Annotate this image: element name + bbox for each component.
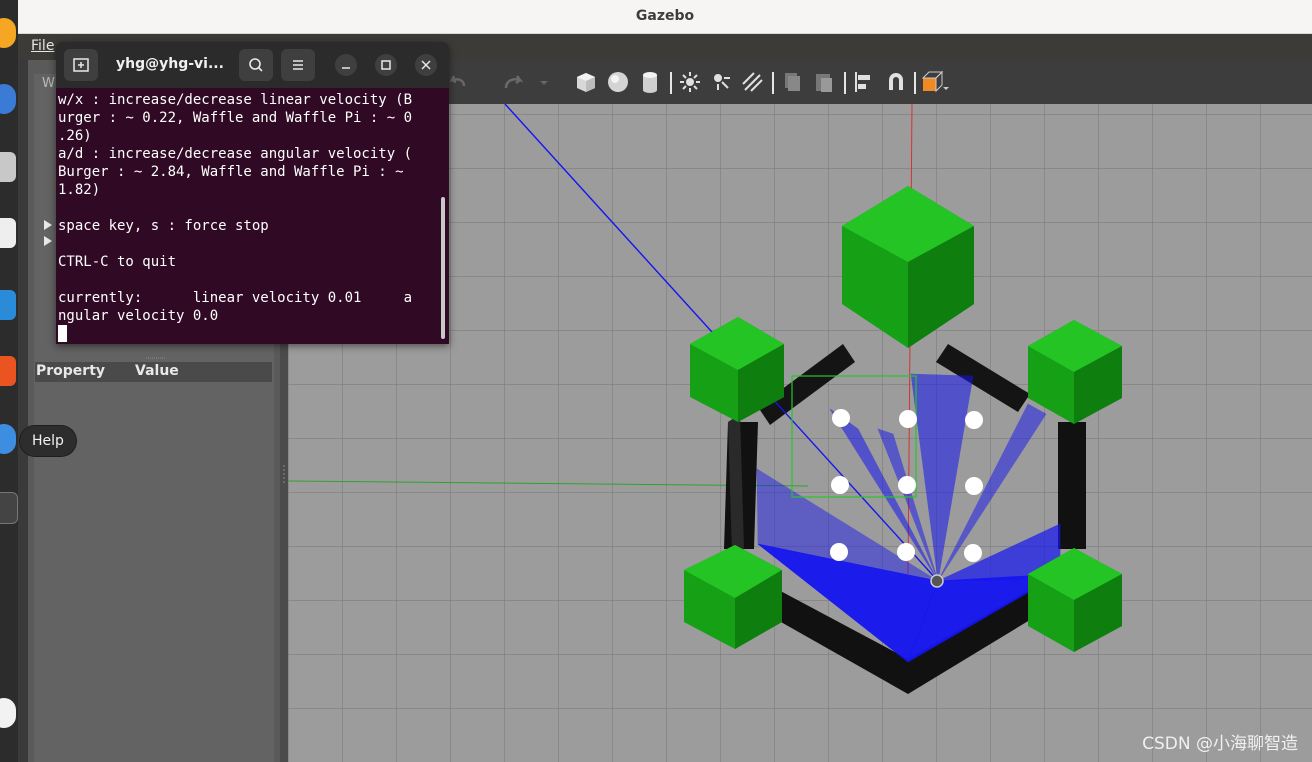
terminal-new-tab-icon — [73, 58, 89, 72]
terminal-line: Burger : ~ 2.84, Waffle and Waffle Pi : … — [58, 164, 404, 180]
cylinder-obstacle — [831, 476, 849, 494]
cylinder-obstacle — [897, 543, 915, 561]
apps-grid-icon[interactable] — [0, 698, 16, 728]
point-light-icon[interactable] — [678, 70, 702, 94]
minimize-button[interactable] — [335, 54, 357, 76]
gazebo-app-icon[interactable] — [0, 566, 16, 596]
expand-arrow-icon[interactable] — [44, 236, 52, 246]
cylinder-obstacle — [965, 411, 983, 429]
align-icon[interactable] — [852, 70, 876, 94]
cylinder-obstacle — [898, 476, 916, 494]
magnet-icon[interactable] — [884, 70, 908, 94]
gazebo-titlebar: Gazebo — [18, 0, 1312, 34]
new-tab-button[interactable] — [64, 49, 98, 81]
paste-icon[interactable] — [812, 70, 836, 94]
property-table-header: Property Value — [35, 362, 272, 382]
turtlebot-robot[interactable] — [930, 574, 944, 588]
terminal-output[interactable]: w/x : increase/decrease linear velocity … — [58, 91, 438, 343]
window-title: Gazebo — [635, 8, 695, 24]
expand-arrow-icon[interactable] — [44, 220, 52, 230]
files-icon[interactable] — [0, 152, 16, 182]
redo-dropdown-icon[interactable] — [538, 70, 550, 94]
spot-light-icon[interactable] — [708, 70, 732, 94]
menu-button[interactable] — [281, 49, 315, 81]
watermark: CSDN @小海聊智造 — [1142, 734, 1298, 754]
terminal-prompt-line — [58, 325, 438, 343]
thunderbird-icon[interactable] — [0, 84, 16, 114]
firefox-icon[interactable] — [0, 18, 16, 48]
terminal-line: currently: linear velocity 0.01 a — [58, 290, 413, 306]
cylinder-icon[interactable] — [638, 70, 662, 94]
terminal-line: w/x : increase/decrease linear velocity … — [58, 92, 413, 108]
terminal-line: urger : ~ 0.22, Waffle and Waffle Pi : ~… — [58, 110, 413, 126]
maximize-button[interactable] — [375, 54, 397, 76]
cylinder-obstacle — [832, 409, 850, 427]
software-icon[interactable] — [0, 290, 16, 320]
view-angle-icon[interactable] — [920, 70, 950, 94]
cylinder-obstacle — [964, 544, 982, 562]
terminal-cursor — [58, 325, 67, 342]
copy-icon[interactable] — [780, 70, 804, 94]
terminal-line: space key, s : force stop — [58, 218, 269, 234]
value-column-header: Value — [135, 363, 179, 379]
menu-icon — [293, 60, 303, 70]
toolbar-separator — [844, 72, 846, 94]
terminal-headerbar: yhg@yhg-vi... — [56, 42, 449, 88]
search-icon — [249, 58, 263, 72]
terminal-line: CTRL-C to quit — [58, 254, 177, 270]
dock — [0, 0, 18, 762]
help-tooltip: Help — [20, 426, 76, 456]
app-center-icon[interactable] — [0, 356, 16, 386]
minimize-icon — [342, 67, 350, 69]
toolbar-separator — [670, 72, 672, 94]
directional-light-icon[interactable] — [740, 70, 764, 94]
sphere-icon[interactable] — [606, 70, 630, 94]
close-button[interactable] — [415, 54, 437, 76]
cylinder-obstacle — [965, 477, 983, 495]
maximize-icon — [381, 60, 391, 70]
writer-icon[interactable] — [0, 218, 16, 248]
terminal-line: ngular velocity 0.0 — [58, 308, 219, 324]
terminal-app-icon[interactable] — [0, 492, 18, 524]
cylinder-obstacle — [899, 410, 917, 428]
box-icon[interactable] — [574, 70, 598, 94]
property-column-header: Property — [36, 363, 106, 379]
toolbar-separator — [772, 72, 774, 94]
terminal-line: a/d : increase/decrease angular velocity… — [58, 146, 413, 162]
terminal-scrollbar[interactable] — [441, 197, 445, 339]
menu-file[interactable]: File — [31, 38, 54, 54]
panel-header: W — [42, 76, 55, 91]
help-icon[interactable] — [0, 424, 16, 454]
search-button[interactable] — [239, 49, 273, 81]
terminal-line: .26) — [58, 128, 92, 144]
terminal-title: yhg@yhg-vi... — [116, 56, 224, 72]
splitter-grip-icon — [283, 465, 285, 485]
redo-icon[interactable] — [502, 70, 526, 94]
terminal-window[interactable]: yhg@yhg-vi... w/x : increase/decrease li… — [56, 42, 449, 344]
panel-resize-grip-icon[interactable] — [146, 356, 166, 360]
close-icon — [421, 60, 431, 70]
terminal-line: 1.82) — [58, 182, 101, 198]
undo-icon[interactable] — [446, 70, 470, 94]
toolbar-separator — [914, 72, 916, 94]
cylinder-obstacle — [830, 543, 848, 561]
